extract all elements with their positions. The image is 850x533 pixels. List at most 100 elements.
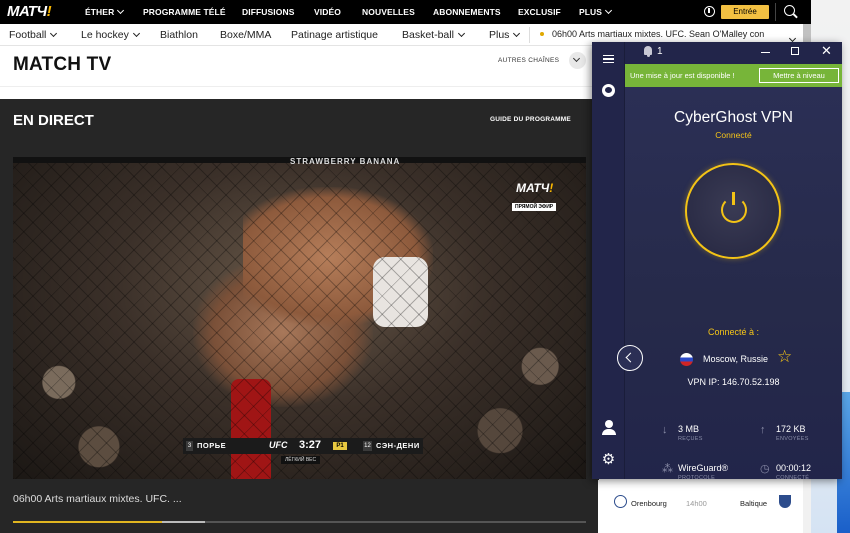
sport-biathlon[interactable]: Biathlon [160, 29, 198, 41]
vpn-ip: VPN IP: 146.70.52.198 [687, 377, 780, 387]
upgrade-button[interactable]: Mettre à niveau [759, 68, 839, 83]
received-label: REÇUES [678, 436, 703, 442]
schedule-ticker[interactable]: 06h00 Arts martiaux mixtes. UFC. Sean O'… [552, 29, 784, 39]
sport-patinage[interactable]: Patinage artistique [291, 29, 378, 41]
connected-to-label: Connecté à : [707, 327, 760, 337]
progress-fill [13, 521, 162, 523]
fight-scoreboard: 3 ПОРЬЕ UFC 3:27 P1 12 СЭН-ДЕНИ [183, 438, 423, 454]
update-banner: Une mise à jour est disponible ! Mettre … [625, 64, 842, 87]
chevron-down-icon [605, 6, 613, 15]
chevron-down-icon [50, 29, 58, 38]
nav-exclusif[interactable]: EXCLUSIF [518, 7, 561, 17]
team-crest-icon [779, 495, 791, 508]
vpn-side-rail: ⚙ [592, 42, 625, 479]
sport-boxe-mma[interactable]: Boxe/MMA [220, 29, 271, 41]
upload-arrow-icon: ↑ [760, 424, 766, 436]
live-dot-icon [540, 32, 544, 36]
round-indicator: P1 [333, 442, 347, 450]
sent-value: 172 KB [776, 424, 806, 434]
live-section: EN DIRECT GUIDE DU PROGRAMME STRAWBERRY … [0, 99, 599, 533]
connected-time-label: CONNECTÉ [776, 475, 810, 481]
update-message: Une mise à jour est disponible ! [630, 71, 735, 80]
received-value: 3 MB [678, 424, 700, 434]
chevron-down-icon [117, 6, 125, 15]
sport-hockey[interactable]: Le hockey [81, 29, 140, 41]
ticker-divider [529, 27, 530, 43]
site-top-nav: МАТЧ! ÉTHER PROGRAMME TÉLÉ DIFFUSIONS VI… [0, 0, 811, 24]
fighter-right-rank: 12 [363, 441, 372, 451]
fight-clock: 3:27 [299, 439, 322, 451]
sent-label: ENVOYÉES [776, 436, 809, 442]
power-icon [721, 192, 747, 223]
other-channels-button[interactable] [569, 52, 586, 69]
notification-count: 1 [657, 46, 663, 57]
nav-plus[interactable]: PLUS [579, 6, 613, 17]
nav-nouvelles[interactable]: NOUVELLES [362, 7, 415, 17]
vpn-title-bar: 1 ✕ [625, 42, 842, 64]
screen: МАТЧ! ÉTHER PROGRAMME TÉLÉ DIFFUSIONS VI… [0, 0, 850, 533]
server-location[interactable]: Moscow, Russie [703, 354, 768, 364]
nav-diffusions[interactable]: DIFFUSIONS [242, 7, 294, 17]
team-crest-icon [614, 495, 627, 508]
chevron-down-icon [457, 29, 465, 38]
channel-watermark: МАТЧ! [516, 181, 554, 195]
nav-programme[interactable]: PROGRAMME TÉLÉ [143, 7, 226, 17]
power-login-icon[interactable] [704, 6, 715, 17]
sport-plus[interactable]: Plus [489, 29, 521, 41]
vpn-main-panel: CyberGhost VPN Connecté Connecté à : Mos… [617, 87, 842, 481]
chevron-down-icon [513, 29, 521, 38]
favorite-star-icon[interactable]: ☆ [777, 347, 792, 367]
collapse-arrow-button[interactable] [617, 345, 643, 371]
minimize-button[interactable] [761, 52, 770, 53]
arena-banner-text: STRAWBERRY BANANA [290, 157, 401, 166]
nav-ether[interactable]: ÉTHER [85, 6, 125, 17]
cyberghost-logo-icon[interactable] [602, 84, 615, 97]
other-channels-label[interactable]: AUTRES CHAÎNES [498, 57, 559, 64]
sport-football[interactable]: Football [9, 29, 58, 41]
live-title: EN DIRECT [13, 112, 94, 129]
fighter-left-name: ПОРЬЕ [197, 441, 227, 450]
login-button[interactable]: Entrée [721, 5, 769, 19]
page-title: MATCH TV [13, 54, 112, 75]
protocol-icon: ⁂ [662, 463, 673, 475]
progress-buffer [162, 521, 205, 523]
match-tv-logo[interactable]: МАТЧ! [7, 3, 67, 21]
chevron-down-icon [132, 29, 140, 38]
power-button[interactable] [685, 163, 781, 259]
close-button[interactable]: ✕ [821, 43, 832, 59]
program-caption[interactable]: 06h00 Arts martiaux mixtes. UFC. ... [13, 493, 182, 505]
fighter-right-name: СЭН-ДЕНИ [376, 441, 420, 450]
match-time: 14h00 [686, 499, 707, 508]
connected-time-value: 00:00:12 [776, 463, 812, 473]
search-icon[interactable] [784, 5, 795, 16]
weight-class: ЛЁГКИЙ ВЕС [281, 456, 321, 464]
hamburger-menu-icon[interactable] [603, 55, 614, 63]
scrollbar-thumb[interactable] [803, 24, 811, 44]
live-badge: ПРЯМОЙ ЭФИР [512, 203, 557, 211]
app-name: CyberGhost VPN [674, 109, 793, 126]
download-arrow-icon: ↓ [662, 424, 668, 436]
connection-status: Connecté [715, 130, 752, 140]
protocol-label: PROTOCOLE [678, 475, 716, 481]
cyberghost-window: ⚙ 1 ✕ Une mise à jour est disponible ! M… [592, 42, 842, 481]
home-team: Orenbourg [631, 499, 667, 508]
gear-icon[interactable]: ⚙ [601, 452, 616, 467]
sport-basket[interactable]: Basket-ball [402, 29, 465, 41]
fighter-left-rank: 3 [186, 441, 193, 451]
upcoming-match[interactable]: Orenbourg 14h00 Baltique [598, 480, 811, 533]
nav-video[interactable]: VIDÉO [314, 7, 341, 17]
divider [0, 86, 592, 87]
protocol-value: WireGuard® [678, 463, 729, 473]
russia-flag-icon [680, 353, 693, 366]
bell-icon[interactable] [644, 46, 652, 57]
cage-fence [13, 157, 586, 479]
away-team: Baltique [740, 499, 768, 508]
program-guide-link[interactable]: GUIDE DU PROGRAMME [490, 116, 571, 123]
user-account-icon[interactable] [602, 420, 616, 435]
video-player[interactable]: STRAWBERRY BANANA МАТЧ! ПРЯМОЙ ЭФИР 3 ПО… [13, 157, 586, 479]
clock-icon: ◷ [760, 463, 770, 475]
maximize-button[interactable] [791, 47, 799, 55]
nav-divider [775, 3, 776, 21]
ufc-logo: UFC [269, 440, 288, 450]
nav-abonnements[interactable]: ABONNEMENTS [433, 7, 501, 17]
